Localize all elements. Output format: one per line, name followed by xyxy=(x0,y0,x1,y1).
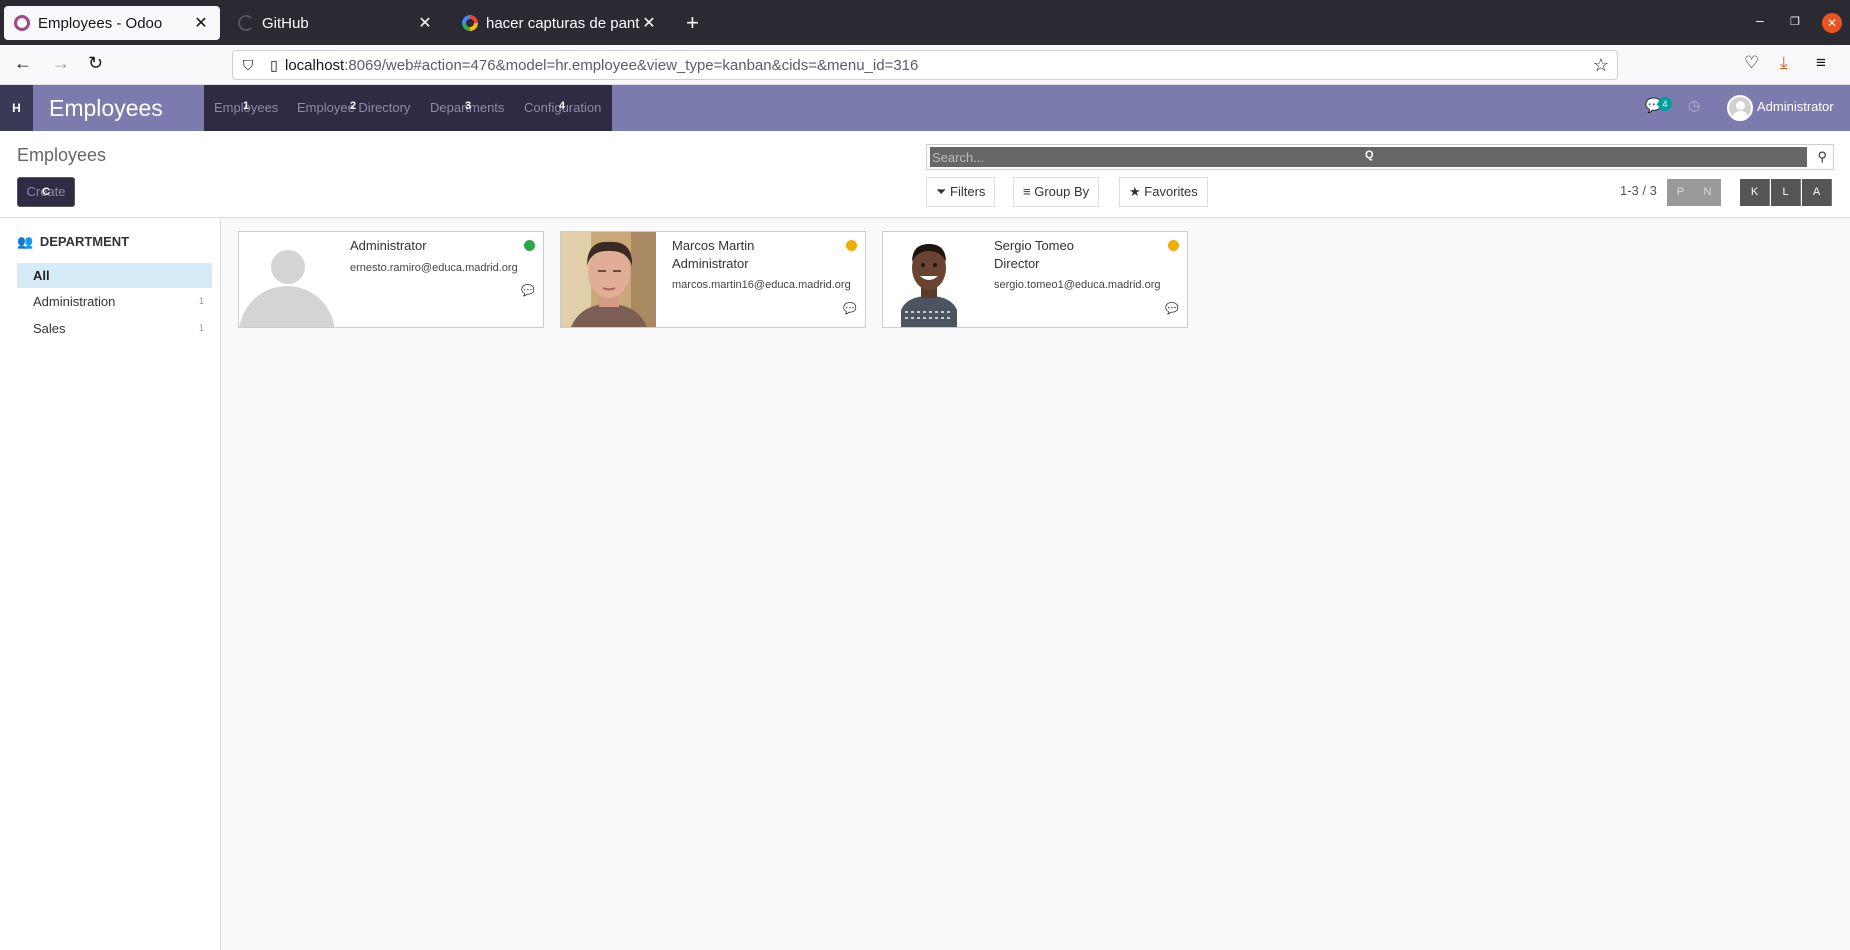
github-icon xyxy=(238,15,254,31)
activity-view-button[interactable]: A xyxy=(1802,179,1832,206)
presence-status-indicator xyxy=(1168,240,1179,251)
search-panel-header-label: DEPARTMENT xyxy=(39,234,130,249)
new-tab-button[interactable]: + xyxy=(686,10,699,36)
close-icon[interactable]: ✕ xyxy=(640,13,658,33)
browser-navigation-bar: ← → ↻ ⛉ ▯ localhost:8069/web#action=476&… xyxy=(0,45,1850,85)
hotkey-hint: 3 xyxy=(465,100,472,112)
chat-icon[interactable]: 💬 xyxy=(521,284,535,297)
department-item-all[interactable]: All xyxy=(17,263,212,288)
employee-card[interactable]: Sergio Tomeo Director sergio.tomeo1@educ… xyxy=(882,231,1188,328)
download-icon[interactable]: ⤓ xyxy=(1780,53,1788,73)
bookmark-star-icon[interactable]: ☆ xyxy=(1593,55,1609,76)
employee-photo-placeholder xyxy=(239,232,334,327)
department-label: Administration xyxy=(33,294,116,309)
control-panel: Employees Create C Q ⚲ ⏷ Filters ≡ Group… xyxy=(0,131,1850,218)
group-by-button[interactable]: ≡ Group By xyxy=(1013,177,1100,207)
back-arrow-icon[interactable]: ← xyxy=(14,53,32,74)
star-icon: ★ xyxy=(1129,184,1141,199)
filters-label: Filters xyxy=(950,184,986,199)
tab-title: Employees - Odoo xyxy=(38,14,163,32)
department-count: 1 xyxy=(198,296,204,306)
employee-photo xyxy=(561,232,656,327)
department-count: 1 xyxy=(198,323,204,333)
browser-tab-bar: Employees - Odoo ✕ GitHub ✕ hacer captur… xyxy=(0,0,1850,45)
hotkey-hint: 4 xyxy=(559,100,566,112)
filters-button[interactable]: ⏷ Filters xyxy=(926,177,996,207)
employee-name: Marcos Martin xyxy=(672,238,755,253)
tab-google-search[interactable]: hacer capturas de pantall ✕ xyxy=(452,6,668,40)
employee-email: marcos.martin16@educa.madrid.org xyxy=(672,279,851,291)
employee-card[interactable]: Marcos Martin Administrator marcos.marti… xyxy=(560,231,866,328)
pager-next-button[interactable]: N xyxy=(1694,179,1721,206)
app-menu: Employees 1 Employee Directory 2 Departm… xyxy=(204,85,612,131)
tab-title: GitHub xyxy=(262,14,309,32)
favorites-button[interactable]: ★ Favorites xyxy=(1119,177,1208,207)
messages-badge: 4 xyxy=(1658,97,1672,111)
employee-email: ernesto.ramiro@educa.madrid.org xyxy=(350,262,518,274)
reload-icon[interactable]: ↻ xyxy=(88,53,103,74)
department-item-sales[interactable]: Sales 1 xyxy=(17,316,212,341)
pager-previous-button[interactable]: P xyxy=(1667,179,1694,206)
employee-job-title: Administrator xyxy=(672,256,749,271)
employee-job-title: Director xyxy=(994,256,1040,271)
user-menu[interactable]: Administrator xyxy=(1757,99,1834,114)
hotkey-hint: C xyxy=(42,186,50,198)
create-button[interactable]: Create C xyxy=(17,177,75,207)
list-icon: ≡ xyxy=(1023,184,1031,199)
search-panel-header: 👥 DEPARTMENT xyxy=(17,234,129,250)
minimize-icon[interactable]: – xyxy=(1756,12,1764,28)
search-box: Q ⚲ xyxy=(926,144,1834,170)
presence-status-indicator xyxy=(524,240,535,251)
chat-icon[interactable]: 💬 xyxy=(1165,302,1179,315)
department-search-panel: 👥 DEPARTMENT All Administration 1 Sales … xyxy=(0,218,221,950)
tab-employees-odoo[interactable]: Employees - Odoo ✕ xyxy=(4,6,220,40)
hotkey-hint: 2 xyxy=(350,100,357,112)
kanban-view-button[interactable]: K xyxy=(1740,179,1770,206)
url-text[interactable]: localhost:8069/web#action=476&model=hr.e… xyxy=(285,57,918,74)
forward-arrow-icon[interactable]: → xyxy=(52,53,70,74)
employee-name: Sergio Tomeo xyxy=(994,238,1074,253)
department-item-administration[interactable]: Administration 1 xyxy=(17,289,212,314)
department-label: All xyxy=(33,268,50,283)
employee-email: sergio.tomeo1@educa.madrid.org xyxy=(994,279,1161,291)
page-info-icon[interactable]: ▯ xyxy=(263,57,285,74)
users-icon: 👥 xyxy=(17,234,34,249)
pocket-icon[interactable]: ♡ xyxy=(1744,53,1759,73)
group-by-label: Group By xyxy=(1034,184,1090,199)
close-icon[interactable]: ✕ xyxy=(192,13,210,33)
presence-status-indicator xyxy=(846,240,857,251)
employee-kanban: Administrator ernesto.ramiro@educa.madri… xyxy=(221,218,1850,950)
filter-icon: ⏷ xyxy=(936,184,947,199)
hotkey-hint: Q xyxy=(1365,149,1374,161)
department-label: Sales xyxy=(33,321,66,336)
employee-name: Administrator xyxy=(350,238,427,253)
employee-card[interactable]: Administrator ernesto.ramiro@educa.madri… xyxy=(238,231,544,328)
google-icon xyxy=(462,15,478,31)
window-close-button[interactable]: ✕ xyxy=(1822,13,1842,33)
app-brand[interactable]: Employees xyxy=(49,95,163,122)
list-view-button[interactable]: L xyxy=(1771,179,1801,206)
favorites-label: Favorites xyxy=(1144,184,1198,199)
tab-github[interactable]: GitHub ✕ xyxy=(228,6,444,40)
activity-clock-icon[interactable]: ◷ xyxy=(1688,97,1700,114)
employee-photo xyxy=(883,232,978,327)
odoo-main-navbar: H Employees Employees 1 Employee Directo… xyxy=(0,85,1850,131)
shield-icon[interactable]: ⛉ xyxy=(233,57,263,74)
hotkey-hint: 1 xyxy=(243,100,250,112)
chat-icon[interactable]: 💬 xyxy=(843,302,857,315)
menu-icon[interactable]: ≡ xyxy=(1816,53,1826,73)
tab-title: hacer capturas de pantall xyxy=(486,14,640,32)
page-title: Employees xyxy=(17,145,107,165)
avatar[interactable] xyxy=(1727,95,1753,121)
close-icon[interactable]: ✕ xyxy=(416,13,434,33)
pager-value[interactable]: 1-3 / 3 xyxy=(1620,183,1657,198)
apps-menu-button[interactable]: H xyxy=(0,85,33,131)
search-icon[interactable]: ⚲ xyxy=(1817,149,1827,165)
restore-icon[interactable]: ❐ xyxy=(1790,15,1800,28)
url-bar[interactable]: ⛉ ▯ localhost:8069/web#action=476&model=… xyxy=(232,50,1618,80)
odoo-icon xyxy=(14,15,30,31)
